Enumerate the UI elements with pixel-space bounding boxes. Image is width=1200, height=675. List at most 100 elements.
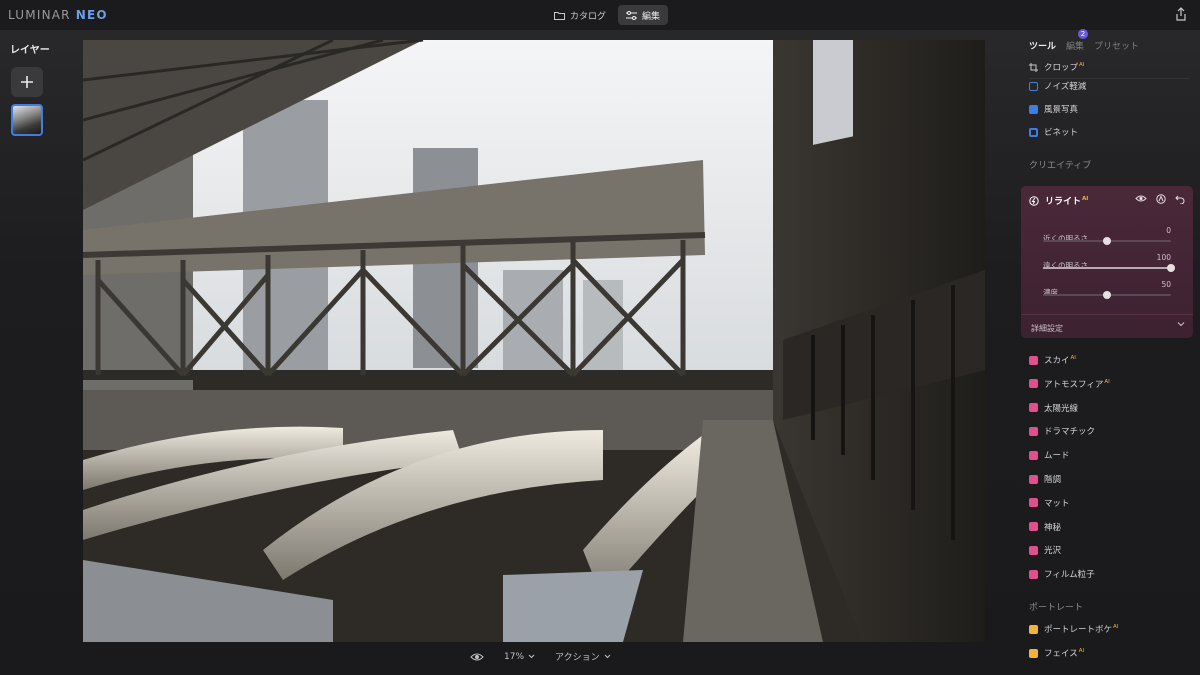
- folder-icon: [554, 11, 565, 20]
- tool-label: ビネット: [1044, 128, 1079, 138]
- eye-icon[interactable]: [1135, 194, 1147, 203]
- action-dropdown[interactable]: アクション: [555, 650, 611, 663]
- advanced-settings-toggle[interactable]: 詳細設定: [1031, 323, 1063, 334]
- film-grain-icon: [1029, 569, 1038, 579]
- portrait-section-title: ポートレート: [1029, 603, 1084, 613]
- action-label: アクション: [555, 653, 600, 663]
- app-logo: LUMINAR NEO: [8, 8, 108, 22]
- zoom-value: 17%: [504, 651, 525, 662]
- bottom-bar: 17% アクション: [470, 650, 611, 663]
- slider-track[interactable]: [1043, 264, 1175, 272]
- photo-canvas[interactable]: [83, 40, 985, 642]
- tool-vignette[interactable]: ビネット: [1029, 125, 1078, 139]
- slider-knob[interactable]: [1103, 291, 1111, 299]
- tool-toning[interactable]: 階調: [1029, 472, 1061, 486]
- tool-mood[interactable]: ムード: [1029, 448, 1070, 462]
- slider-value: 100: [1156, 253, 1171, 262]
- tool-label: ノイズ軽減: [1044, 82, 1087, 92]
- top-nav: カタログ 編集: [546, 5, 669, 25]
- creative-section-title: クリエイティブ: [1029, 161, 1092, 171]
- tool-matte[interactable]: マット: [1029, 496, 1070, 510]
- add-layer-button[interactable]: [11, 67, 43, 97]
- toning-icon: [1029, 474, 1038, 484]
- eye-icon[interactable]: [470, 652, 484, 662]
- lightning-icon: [1029, 426, 1038, 436]
- tools-panel: ツール 2 編集 プリセット クロップAI ノイズ軽減 風景写真 ビネット クリエ…: [1015, 29, 1200, 675]
- slider-knob[interactable]: [1103, 237, 1111, 245]
- tool-label: アトモスフィアAI: [1044, 378, 1110, 390]
- tool-lightning[interactable]: ドラマチック: [1029, 424, 1095, 438]
- slider-far-brightness[interactable]: 遠くの明るさ 100: [1043, 253, 1175, 272]
- tab-edits-label: 編集: [1066, 42, 1085, 52]
- top-bar: LUMINAR NEO カタログ 編集: [0, 0, 1200, 30]
- layer-thumbnail[interactable]: [11, 104, 43, 136]
- glow-icon: [1029, 545, 1038, 555]
- tool-label: マット: [1044, 498, 1070, 509]
- relight-tool-panel: リライトAI 近くの明るさ 0 遠くの明るさ 100 濃度 50 詳細設定: [1021, 186, 1193, 338]
- tool-label: ドラマチック: [1044, 427, 1096, 438]
- plus-icon: [21, 76, 33, 88]
- tool-cloud[interactable]: スカイAI: [1029, 353, 1076, 367]
- portrait-bokeh-icon: [1029, 624, 1038, 634]
- relight-icon: [1029, 195, 1039, 206]
- landscape-icon: [1029, 104, 1038, 114]
- panel-tabs: ツール 2 編集 プリセット: [1029, 29, 1139, 52]
- tool-label: 階調: [1044, 475, 1062, 485]
- slider-near-brightness[interactable]: 近くの明るさ 0: [1043, 226, 1171, 245]
- tool-crop[interactable]: クロップAI: [1029, 60, 1084, 74]
- noise-icon: [1029, 81, 1038, 91]
- chevron-down-icon: [528, 654, 535, 659]
- tab-catalog[interactable]: カタログ: [546, 5, 614, 25]
- chevron-down-icon[interactable]: [1177, 321, 1185, 327]
- mask-icon[interactable]: [1156, 194, 1166, 204]
- tab-tools[interactable]: ツール: [1029, 39, 1056, 52]
- tab-edits[interactable]: 2 編集: [1066, 29, 1089, 52]
- tab-edit-label: 編集: [642, 11, 661, 22]
- slider-density[interactable]: 濃度 50: [1043, 280, 1171, 299]
- tab-edit[interactable]: 編集: [618, 5, 669, 25]
- tool-film-grain[interactable]: フィルム粒子: [1029, 567, 1095, 581]
- divider: [1021, 314, 1193, 315]
- tool-glow[interactable]: 光沢: [1029, 543, 1061, 557]
- undo-icon[interactable]: [1175, 194, 1185, 204]
- share-icon[interactable]: [1174, 7, 1188, 21]
- tool-face[interactable]: フェイスAI: [1029, 646, 1084, 660]
- cloud-icon: [1029, 355, 1038, 365]
- station-photo: [83, 40, 985, 642]
- tool-label: 風景写真: [1044, 105, 1079, 115]
- sun-rays-icon: [1029, 403, 1038, 413]
- tab-presets[interactable]: プリセット: [1094, 39, 1139, 52]
- slider-track[interactable]: [1043, 237, 1171, 245]
- slider-knob[interactable]: [1167, 264, 1175, 272]
- mood-icon: [1029, 450, 1038, 460]
- relight-actions: [1135, 194, 1185, 204]
- tool-noise-reduction[interactable]: ノイズ軽減: [1029, 79, 1086, 93]
- crop-icon: [1029, 62, 1038, 72]
- face-icon: [1029, 648, 1038, 658]
- zoom-dropdown[interactable]: 17%: [504, 652, 535, 662]
- slider-value: 50: [1161, 280, 1171, 289]
- slider-value: 0: [1166, 226, 1171, 235]
- layers-title: レイヤー: [10, 45, 50, 56]
- tool-mystical[interactable]: 神秘: [1029, 520, 1061, 534]
- relight-label: リライトAI: [1045, 196, 1089, 207]
- tool-label: ポートレートボケAI: [1044, 624, 1119, 635]
- matte-icon: [1029, 498, 1038, 508]
- tool-label: クロップAI: [1044, 62, 1085, 73]
- tool-sun-rays[interactable]: 太陽光線: [1029, 401, 1078, 415]
- tool-label: フィルム粒子: [1044, 570, 1095, 581]
- tool-label: 神秘: [1044, 522, 1062, 533]
- slider-track[interactable]: [1043, 291, 1171, 299]
- tool-landscape[interactable]: 風景写真: [1029, 102, 1078, 116]
- tool-label: 光沢: [1044, 546, 1062, 557]
- edits-count-badge: 2: [1078, 29, 1089, 39]
- luminar-app: LUMINAR NEO カタログ 編集 レイヤー 17% アクション ツール 2…: [0, 0, 1200, 675]
- relight-header[interactable]: リライトAI: [1029, 194, 1088, 207]
- tool-portrait-bokeh[interactable]: ポートレートボケAI: [1029, 622, 1118, 636]
- tool-label: フェイスAI: [1044, 648, 1085, 659]
- tool-label: ムード: [1044, 451, 1070, 462]
- sliders-icon: [626, 10, 638, 20]
- tool-atmosphere[interactable]: アトモスフィアAI: [1029, 377, 1110, 391]
- chevron-down-icon: [604, 654, 610, 659]
- tool-label: スカイAI: [1044, 355, 1076, 366]
